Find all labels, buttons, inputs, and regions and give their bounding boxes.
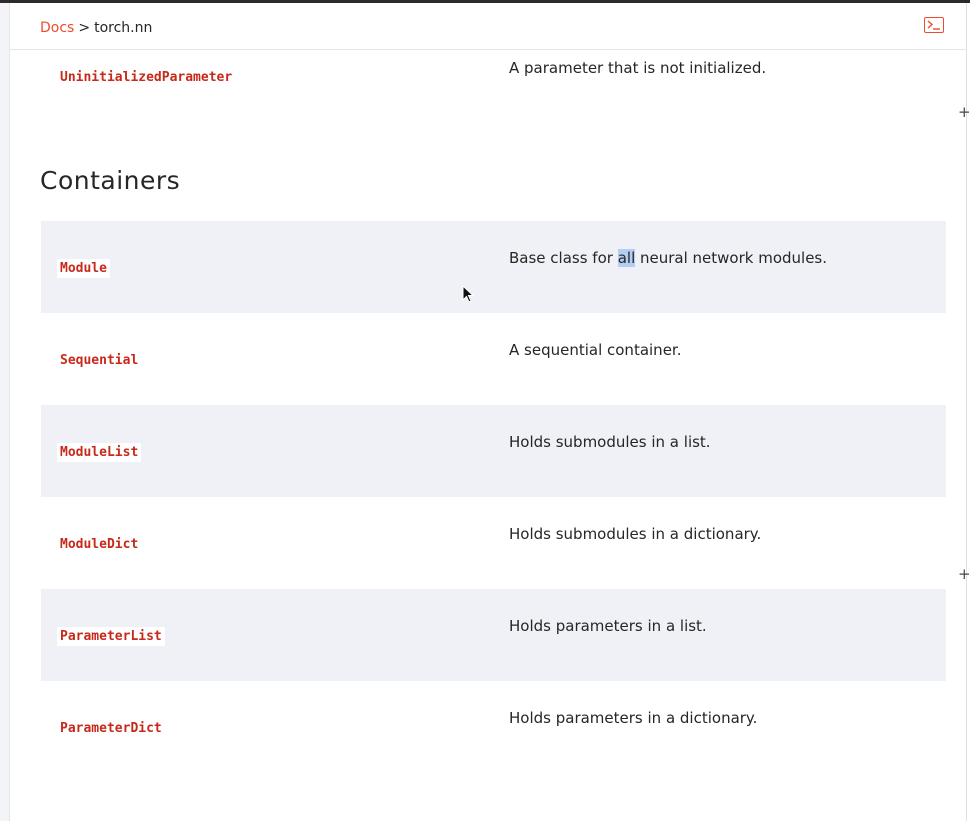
left-sidebar-edge [0,3,10,821]
api-link-parameterdict[interactable]: ParameterDict [57,719,165,738]
api-link-parameterlist[interactable]: ParameterList [57,627,165,646]
row-description: A parameter that is not initialized. [509,59,767,77]
description-text: Base class for [509,249,618,267]
table-row: ModuleDict Holds submodules in a diction… [41,497,946,589]
row-description: A sequential container. [509,341,682,359]
breadcrumb-docs-link[interactable]: Docs [40,20,74,36]
breadcrumb-current: torch.nn [94,20,153,36]
api-link-sequential[interactable]: Sequential [57,351,142,370]
right-sidebar-edge [966,3,967,821]
row-description: Base class for all neural network module… [509,249,827,267]
row-description: Holds submodules in a dictionary. [509,525,762,543]
selected-text: all [617,249,636,267]
table-row: ParameterDict Holds parameters in a dict… [41,681,946,773]
table-row: UninitializedParameter A parameter that … [41,40,946,132]
table-row: ModuleList Holds submodules in a list. [41,405,946,497]
api-link-module[interactable]: Module [57,259,110,278]
row-description: Holds parameters in a list. [509,617,707,635]
description-text: neural network modules. [635,249,828,267]
api-link-uninitialized-parameter[interactable]: UninitializedParameter [57,68,236,87]
api-link-moduledict[interactable]: ModuleDict [57,535,142,554]
section-title: Containers [40,166,181,195]
table-row: Sequential A sequential container. [41,313,946,405]
api-link-modulelist[interactable]: ModuleList [57,443,142,462]
expand-toggle[interactable]: + [958,103,970,121]
mouse-cursor-icon [462,285,475,303]
table-row: Module Base class for all neural network… [41,221,946,313]
row-description: Holds parameters in a dictionary. [509,709,758,727]
breadcrumb-separator: > [78,20,91,36]
expand-toggle[interactable]: + [958,565,970,583]
table-row: ParameterList Holds parameters in a list… [41,589,946,681]
terminal-icon [927,20,940,30]
breadcrumb: Docs > torch.nn [40,20,152,36]
terminal-button[interactable] [924,17,944,33]
row-description: Holds submodules in a list. [509,433,711,451]
